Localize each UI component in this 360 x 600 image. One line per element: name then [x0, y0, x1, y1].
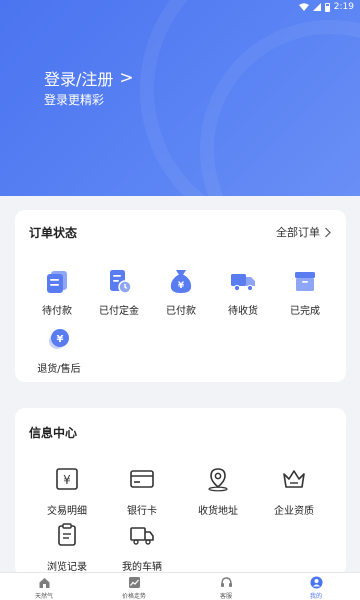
order-completed[interactable]: 已完成	[275, 266, 335, 317]
tab-label: 天然气	[34, 593, 53, 600]
status-time: 2:19	[333, 2, 354, 12]
tab-mine[interactable]: 我的	[286, 576, 346, 600]
info-browsing-history[interactable]: 浏览记录	[32, 522, 102, 573]
chevron-right-icon: >	[119, 68, 134, 88]
info-item-label: 银行卡	[127, 506, 157, 517]
order-item-label: 已完成	[290, 306, 320, 317]
tab-price-trend[interactable]: 价格走势	[104, 576, 164, 600]
deposit-paid-icon	[110, 270, 132, 294]
money-bag-icon: ¥	[170, 270, 192, 293]
info-bank-card[interactable]: 银行卡	[107, 466, 177, 517]
order-refund-aftersale[interactable]: ¥ 退货/售后	[29, 324, 89, 375]
info-item-label: 收货地址	[198, 506, 238, 517]
all-orders-label: 全部订单	[276, 226, 320, 239]
order-paid[interactable]: ¥ 已付款	[151, 266, 211, 317]
tab-customer-service[interactable]: 客服	[196, 576, 256, 600]
info-item-label: 我的车辆	[122, 562, 162, 573]
order-item-label: 已付款	[166, 306, 196, 317]
chevron-right-icon	[325, 227, 331, 237]
order-item-label: 退货/售后	[37, 364, 81, 375]
svg-text:¥: ¥	[178, 281, 185, 291]
info-center-title: 信息中心	[29, 426, 78, 440]
user-icon	[310, 576, 322, 589]
bank-card-icon	[130, 470, 154, 488]
wifi-icon	[298, 3, 309, 11]
truck-icon	[231, 274, 255, 292]
clipboard-icon	[58, 523, 76, 546]
order-deposit-paid[interactable]: 已付定金	[89, 266, 149, 317]
all-orders-link[interactable]: 全部订单	[276, 224, 332, 240]
yuan-receipt-icon: ¥	[56, 468, 78, 490]
order-awaiting-delivery[interactable]: 待收货	[213, 266, 273, 317]
vehicle-icon	[130, 527, 154, 545]
trend-icon	[128, 577, 140, 588]
pending-payment-icon	[47, 271, 67, 293]
info-shipping-address[interactable]: 收货地址	[183, 466, 253, 517]
login-register-label: 登录/注册	[44, 70, 114, 89]
info-item-label: 交易明细	[47, 506, 87, 517]
order-item-label: 已付定金	[99, 306, 139, 317]
info-center-card: 信息中心 ¥ 交易明细 银行卡 收货地址 企业资质 浏览记录 我的车辆	[15, 408, 346, 576]
tab-label: 客服	[219, 593, 232, 600]
info-enterprise-qualification[interactable]: 企业资质	[259, 466, 329, 517]
box-icon	[295, 272, 315, 291]
info-transaction-details[interactable]: ¥ 交易明细	[32, 466, 102, 517]
info-item-label: 浏览记录	[47, 562, 87, 573]
crown-icon	[283, 470, 305, 488]
status-bar: 2:19	[0, 0, 360, 14]
login-register-link[interactable]: 登录/注册 >	[44, 66, 134, 90]
info-my-vehicles[interactable]: 我的车辆	[107, 522, 177, 573]
bottom-tab-bar: 天然气 价格走势 客服 我的	[0, 572, 360, 600]
order-item-label: 待付款	[42, 306, 72, 317]
tab-label: 价格走势	[121, 593, 146, 600]
headset-icon	[220, 577, 232, 587]
location-pin-icon	[208, 468, 228, 492]
signal-icon	[312, 3, 321, 11]
info-item-label: 企业资质	[274, 506, 314, 517]
login-subtitle: 登录更精彩	[44, 93, 105, 107]
home-icon	[39, 578, 49, 588]
svg-text:¥: ¥	[63, 473, 71, 487]
order-status-card: 订单状态 全部订单 待付款 已付定金 ¥ 已付款 待收货 已完成 ¥ 退货/售后	[15, 210, 346, 382]
refund-icon: ¥	[49, 329, 69, 349]
tab-label: 我的	[309, 593, 322, 600]
order-pending-payment[interactable]: 待付款	[27, 266, 87, 317]
profile-header: 2:19 登录/注册 > 登录更精彩	[0, 0, 360, 196]
battery-icon	[324, 2, 330, 12]
order-status-title: 订单状态	[29, 226, 78, 240]
svg-text:¥: ¥	[57, 334, 64, 345]
tab-natural-gas[interactable]: 天然气	[14, 576, 74, 600]
order-item-label: 待收货	[228, 306, 258, 317]
